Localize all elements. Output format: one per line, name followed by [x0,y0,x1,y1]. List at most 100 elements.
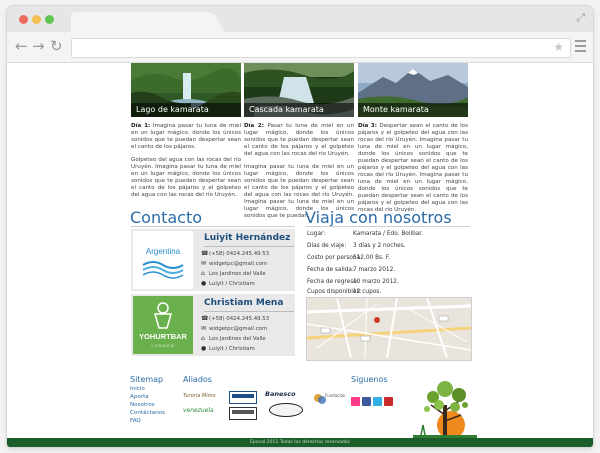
trip-value: 3 días y 2 noches. [353,243,406,249]
user-icon: ● [201,280,207,287]
email-icon: ✉ [201,260,207,267]
trip-heading: Viaja con nosotros [305,208,452,227]
trip-row: Días de viaje: 3 días y 2 noches. [307,243,406,249]
contact-address: ⌂ Los Jardines del Valle [201,270,266,277]
bookmark-star-icon[interactable]: ★ [553,40,564,54]
trip-value: 512,00 Bs. F. [353,255,391,261]
address-text: Los Jardines del Valle [209,271,266,277]
sitemap-link[interactable]: Aporta [130,394,149,400]
facebook-icon[interactable] [362,397,371,406]
title-bar: ⤢ [7,6,593,32]
phone-text: (+58) 0424.245.49.53 [209,316,270,322]
trip-value: 12 cupos. [353,289,382,295]
map-streets [307,298,471,359]
tree-illustration [413,381,477,439]
email-text[interactable]: widgetpc@gmail.com [209,261,267,267]
person-text: Luiyit / Christiam [209,346,255,352]
browser-tab[interactable] [71,12,207,32]
trip-row: Costo por persona:512,00 Bs. F. [307,255,390,261]
photo-caption: Lago de kamarata [131,103,241,117]
contact-email[interactable]: ✉ widgetpc@gmail.com [201,260,267,267]
web-page: Lago de kamarata Cascada kamarata Monte … [7,63,593,447]
contact-address: ⌂ Los Jardines del Valle [201,335,266,342]
sitemap-link[interactable]: Contáctanos [130,410,165,416]
person-text: Luiyit / Christiam [209,281,255,287]
home-icon: ⌂ [201,270,205,277]
twitter-icon[interactable] [373,397,382,406]
trip-label: Fecha de salida: [307,267,354,273]
divider [131,226,295,227]
youtube-icon[interactable] [384,397,393,406]
trip-row: Cupos disponibles:12 cupos. [307,289,381,295]
sitemap-heading: Sitemap [130,375,164,384]
ally-logo-box[interactable] [229,391,257,404]
trip-value: 7 marzo 2012. [353,267,396,273]
logo-text: YOHURTBAR [139,332,187,341]
minimize-window-button[interactable] [32,15,41,24]
day-title: Día 3: [358,123,378,129]
logo-subtext: LONDON [151,343,175,348]
contact-email[interactable]: ✉ widgetpc@gmail.com [201,325,267,332]
trip-row: Lugar: Kamarata / Edo. Bolibar. [307,231,423,237]
forward-icon[interactable]: → [32,38,45,54]
back-icon[interactable]: ← [15,38,28,54]
menu-icon[interactable] [575,40,586,55]
address-bar[interactable]: ★ [71,38,571,58]
trip-label: Costo por persona: [307,255,363,261]
user-icon: ● [201,345,207,352]
maximize-window-button[interactable] [45,15,54,24]
phone-icon: ☎ [201,250,209,257]
trip-row: Fecha de regreso:10 marzo 2012. [307,279,399,285]
browser-toolbar: ← → ↻ ★ [7,32,593,63]
yohurtbar-logo: YOHURTBAR LONDON [133,296,193,354]
photo-lago: Lago de kamarata [131,63,241,117]
photo-monte: Monte kamarata [358,63,468,117]
ally-logo[interactable]: Turoria Mimo [183,393,216,399]
fullscreen-icon[interactable]: ⤢ [576,11,585,25]
ally-logo[interactable]: venezuela [183,407,214,414]
reload-icon[interactable]: ↻ [50,38,63,54]
sitemap-link[interactable]: Nosotros [130,402,155,408]
ally-logo[interactable]: Fundación [325,393,345,398]
day-1-text: Día 1: Imagina pasar tu luna de miel en … [131,123,241,205]
ally-logo[interactable]: Banesco [265,390,296,398]
email-icon: ✉ [201,325,207,332]
trip-value: 10 marzo 2012. [353,279,399,285]
trip-value: Kamarata / Edo. Bolibar. [353,231,423,237]
allies-heading: Aliados [183,375,212,384]
argentina-logo: Argentina [133,231,193,289]
trip-row: Fecha de salida:7 marzo 2012. [307,267,395,273]
address-text: Los Jardines del Valle [209,336,266,342]
browser-window: ⤢ ← → ↻ ★ Lago de kamarata Cascada kamar… [7,6,593,447]
trip-label: Días de viaje: [307,243,347,249]
flickr-icon[interactable] [351,397,360,406]
contact-card: YOHURTBAR LONDON Christiam Mena ☎(+58) 0… [131,294,295,356]
contact-person: ● Luiyit / Christiam [201,280,255,287]
photo-cascada: Cascada kamarata [244,63,354,117]
day-title: Día 1: [131,123,151,129]
location-map[interactable] [306,297,472,361]
day-paragraph: Despertar sean el canto de los pájaros y… [358,123,468,213]
name-divider [204,311,294,312]
copyright-text: Epocal 2011 Todos los derechos reservado… [249,440,351,445]
contact-person: ● Luiyit / Christiam [201,345,255,352]
waves-icon [142,261,184,279]
phone-text: (+58) 0424.245.49.53 [209,251,270,257]
footer-bar: Epocal 2011 Todos los derechos reservado… [7,438,593,447]
ally-logo-box[interactable] [229,407,257,420]
email-text[interactable]: widgetpc@gmail.com [209,326,267,332]
photo-caption: Cascada kamarata [244,103,354,117]
contact-name: Christiam Mena [204,298,284,308]
trip-label: Fecha de regreso: [307,279,359,285]
day-paragraph: Golpeteo del agua con las rocas del río … [131,157,241,198]
sitemap-link[interactable]: Inicio [130,386,145,392]
photo-caption: Monte kamarata [358,103,468,117]
divider [306,226,470,227]
close-window-button[interactable] [19,15,28,24]
sitemap-link[interactable]: FAQ [130,418,141,424]
ally-emblem[interactable] [269,403,303,417]
name-divider [204,246,294,247]
trip-label: Cupos disponibles: [307,289,362,295]
contact-card: Argentina Luiyit Hernández ☎(+58) 0424.2… [131,229,295,291]
phone-icon: ☎ [201,315,209,322]
